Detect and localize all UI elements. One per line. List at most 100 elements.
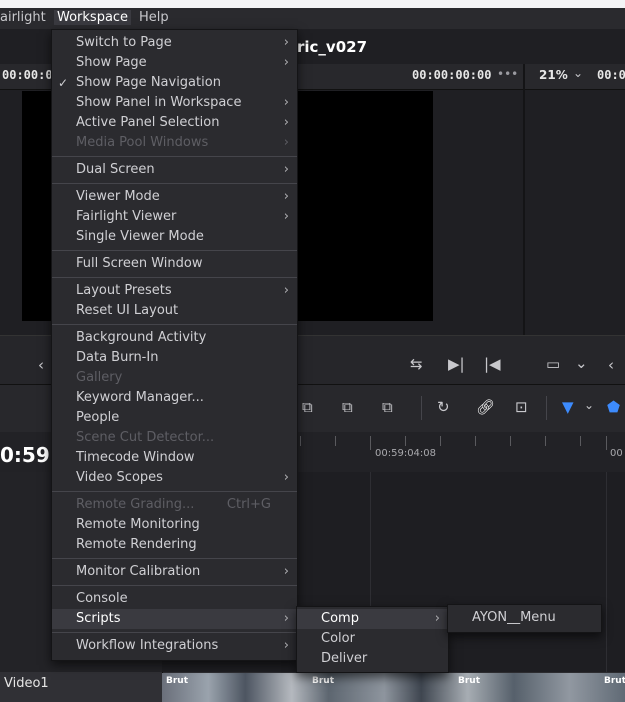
menu-item-label: AYON__Menu [472, 610, 556, 625]
menu-item-show-panel-in-workspace[interactable]: Show Panel in Workspace › [52, 93, 297, 113]
menu-item-people[interactable]: People [52, 408, 297, 428]
transform-icon[interactable]: ▭ [546, 355, 560, 373]
menu-item-show-page[interactable]: Show Page › [52, 53, 297, 73]
snapping-icon[interactable]: ↻ [437, 398, 450, 416]
menu-item-console[interactable]: Console [52, 589, 297, 609]
chevron-right-icon: › [283, 35, 289, 50]
menu-item-switch-to-page[interactable]: Switch to Page › [52, 33, 297, 53]
menu-item-label: Viewer Mode [76, 189, 160, 204]
menu-item-background-activity[interactable]: Background Activity [52, 328, 297, 348]
menu-item-reset-ui-layout[interactable]: Reset UI Layout [52, 301, 297, 321]
menu-item-label: Full Screen Window [76, 256, 203, 271]
menu-separator [52, 558, 297, 559]
menu-item-data-burn-in[interactable]: Data Burn-In [52, 348, 297, 368]
menu-item-layout-presets[interactable]: Layout Presets › [52, 281, 297, 301]
menu-separator [52, 585, 297, 586]
menu-item-label: Gallery [76, 370, 123, 385]
link-icon[interactable]: 🔗︎ [476, 398, 495, 416]
chevron-right-icon: › [283, 283, 289, 298]
menu-item-show-page-navigation[interactable]: ✓ Show Page Navigation [52, 73, 297, 93]
record-timecode: 00:00:00:00 [412, 68, 492, 82]
menu-item-color[interactable]: Color [297, 629, 448, 649]
menu-item-remote-rendering[interactable]: Remote Rendering [52, 535, 297, 555]
menu-item-workflow-integrations[interactable]: Workflow Integrations › [52, 636, 297, 656]
menu-item-label: Single Viewer Mode [76, 229, 204, 244]
shortcut-label: Ctrl+G [226, 497, 271, 512]
timeline-name: ric_v027 [297, 38, 368, 56]
menu-item-scripts[interactable]: Scripts › [52, 609, 297, 629]
toolbar-divider-2 [546, 396, 547, 420]
menu-help[interactable]: Help [139, 10, 169, 25]
menu-item-label: Remote Monitoring [76, 517, 200, 532]
menu-item-label: Show Panel in Workspace [76, 95, 242, 110]
ruler-timecode-2: 00 [610, 448, 623, 459]
menu-item-label: Console [76, 591, 128, 606]
chevron-left-icon[interactable]: ‹ [38, 356, 44, 374]
menu-separator [52, 491, 297, 492]
menu-item-deliver[interactable]: Deliver [297, 649, 448, 669]
clip-label: Brut [458, 676, 481, 686]
chevron-right-icon: › [283, 95, 289, 110]
menu-item-label: Active Panel Selection [76, 115, 220, 130]
chevron-right-icon: › [434, 611, 440, 626]
menu-item-remote-monitoring[interactable]: Remote Monitoring [52, 515, 297, 535]
zoom-select[interactable]: 21% [539, 68, 568, 82]
menu-item-label: Remote Rendering [76, 537, 197, 552]
overwrite-clip-icon[interactable]: ⧉ [342, 398, 353, 416]
menu-item-label: Show Page [76, 55, 147, 70]
chevron-right-icon: › [283, 470, 289, 485]
menu-item-label: Show Page Navigation [76, 75, 221, 90]
menu-item-viewer-mode[interactable]: Viewer Mode › [52, 187, 297, 207]
menu-item-label: Switch to Page [76, 35, 172, 50]
menu-item-dual-screen[interactable]: Dual Screen › [52, 160, 297, 180]
menu-item-label: Remote Grading... [76, 497, 195, 512]
menu-item-label: Media Pool Windows [76, 135, 209, 150]
flag-icon[interactable]: ▼ [562, 398, 574, 416]
viewer-options-button[interactable]: ••• [497, 67, 518, 81]
menu-item-label: Dual Screen [76, 162, 155, 177]
menu-item-label: Data Burn-In [76, 350, 159, 365]
menu-item-scene-cut-detector: Scene Cut Detector... [52, 428, 297, 448]
menu-item-label: Workflow Integrations [76, 638, 219, 653]
flag-chevron-icon[interactable]: ⌄ [584, 398, 594, 412]
chevron-right-icon: › [283, 611, 289, 626]
prev-clip-icon[interactable]: |◀︎ [484, 355, 501, 373]
menu-item-media-pool-windows: Media Pool Windows › [52, 133, 297, 153]
clip-label: Brut [312, 676, 335, 686]
marker-icon[interactable]: ⬟ [607, 398, 620, 416]
clip-label: Brut [604, 676, 625, 686]
menu-item-label: Color [321, 631, 355, 646]
menu-item-monitor-calibration[interactable]: Monitor Calibration › [52, 562, 297, 582]
video-track-name: Video1 [4, 676, 49, 691]
menu-item-full-screen-window[interactable]: Full Screen Window [52, 254, 297, 274]
chevron-right-icon: › [283, 55, 289, 70]
menu-item-active-panel-selection[interactable]: Active Panel Selection › [52, 113, 297, 133]
zoom-chevron-icon[interactable]: ⌄ [573, 66, 583, 80]
menu-item-single-viewer-mode[interactable]: Single Viewer Mode [52, 227, 297, 247]
menu-separator [52, 324, 297, 325]
menu-item-ayon-menu[interactable]: AYON__Menu [448, 608, 601, 628]
menu-item-timecode-window[interactable]: Timecode Window [52, 448, 297, 468]
menu-item-label: Monitor Calibration [76, 564, 201, 579]
chevron-down-icon[interactable]: ⌄ [575, 354, 588, 372]
replace-clip-icon[interactable]: ⧉ [382, 398, 393, 416]
menu-item-label: Scripts [76, 611, 121, 626]
chevron-left-icon-right[interactable]: ‹ [608, 356, 614, 374]
menu-item-label: Scene Cut Detector... [76, 430, 215, 445]
loop-icon[interactable]: ⇆ [410, 355, 423, 373]
menu-item-fairlight-viewer[interactable]: Fairlight Viewer › [52, 207, 297, 227]
menu-item-keyword-manager[interactable]: Keyword Manager... [52, 388, 297, 408]
menu-item-label: Timecode Window [76, 450, 195, 465]
video-clip[interactable] [162, 673, 625, 702]
menu-workspace[interactable]: Workspace [54, 10, 132, 25]
next-frame-icon[interactable]: ▶︎| [448, 355, 465, 373]
clip-label: Brut [166, 676, 189, 686]
ruler-timecode: 00:59:04:08 [375, 448, 437, 459]
insert-clip-icon[interactable]: ⧉ [302, 398, 313, 416]
menu-item-comp[interactable]: Comp › [297, 609, 448, 629]
lock-icon[interactable]: ⊡ [515, 398, 528, 416]
menu-item-video-scopes[interactable]: Video Scopes › [52, 468, 297, 488]
workspace-menu: Switch to Page › Show Page › ✓ Show Page Navi… [51, 29, 298, 661]
menu-fairlight[interactable]: airlight [0, 10, 46, 25]
menu-item-gallery: Gallery [52, 368, 297, 388]
